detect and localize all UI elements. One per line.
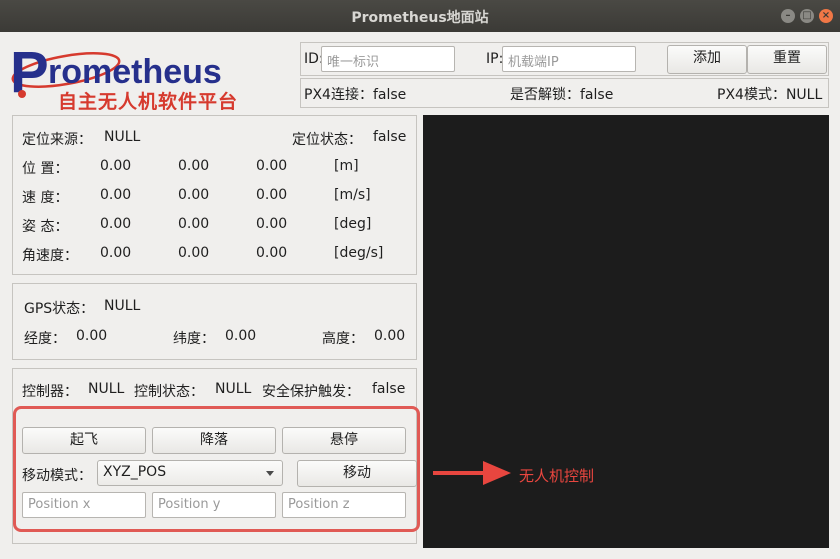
controller-value: NULL: [88, 381, 125, 397]
add-button[interactable]: 添加: [667, 45, 747, 74]
svg-text:rometheus: rometheus: [48, 53, 222, 91]
control-status-label: 控制状态：: [134, 384, 204, 400]
px4-mode-status: PX4模式：NULL: [717, 87, 823, 103]
latitude-value: 0.00: [225, 328, 257, 344]
rate-x: 0.00: [100, 245, 132, 261]
minimize-icon[interactable]: –: [781, 9, 795, 23]
svg-text:P: P: [10, 40, 49, 105]
ip-label: IP:: [486, 51, 504, 67]
vel-x: 0.00: [100, 187, 132, 203]
vel-z: 0.00: [256, 187, 288, 203]
gps-status-value: NULL: [104, 298, 141, 314]
position-source-label: 定位来源：: [22, 132, 92, 148]
att-y: 0.00: [178, 216, 210, 232]
rate-z: 0.00: [256, 245, 288, 261]
rate-y: 0.00: [178, 245, 210, 261]
display-canvas[interactable]: 无人机控制: [423, 115, 829, 548]
att-unit: [deg]: [334, 216, 372, 232]
safety-trigger-label: 安全保护触发：: [262, 384, 360, 400]
ip-input[interactable]: 机载端IP: [502, 46, 636, 72]
longitude-label: 经度：: [24, 331, 66, 347]
vel-y: 0.00: [178, 187, 210, 203]
att-label: 姿 态：: [22, 219, 69, 235]
control-highlight-box: [13, 406, 420, 532]
controller-label: 控制器：: [22, 384, 78, 400]
prometheus-logo: P rometheus 自主无人机软件平台: [8, 38, 298, 113]
position-status-value: false: [373, 129, 407, 145]
unlock-status: 是否解锁：false: [510, 87, 614, 103]
control-status-value: NULL: [215, 381, 252, 397]
vel-label: 速 度：: [22, 190, 69, 206]
title-bar[interactable]: Prometheus地面站 – □ ×: [0, 0, 840, 32]
reset-button[interactable]: 重置: [747, 45, 827, 74]
drone-control-annotation: 无人机控制: [519, 467, 595, 485]
pos-x: 0.00: [100, 158, 132, 174]
pos-y: 0.00: [178, 158, 210, 174]
att-z: 0.00: [256, 216, 288, 232]
px4-connect-status: PX4连接：false: [304, 87, 407, 103]
id-input[interactable]: 唯一标识: [321, 46, 455, 72]
pos-z: 0.00: [256, 158, 288, 174]
altitude-label: 高度：: [322, 331, 364, 347]
gps-panel: [12, 283, 417, 360]
close-icon[interactable]: ×: [819, 9, 833, 23]
maximize-icon[interactable]: □: [800, 9, 814, 23]
safety-trigger-value: false: [372, 381, 406, 397]
latitude-label: 纬度：: [173, 331, 215, 347]
svg-text:自主无人机软件平台: 自主无人机软件平台: [58, 90, 238, 110]
window-title: Prometheus地面站: [351, 10, 489, 26]
att-x: 0.00: [100, 216, 132, 232]
altitude-value: 0.00: [374, 328, 406, 344]
vel-unit: [m/s]: [334, 187, 371, 203]
gps-status-label: GPS状态：: [24, 301, 95, 317]
pos-label: 位 置：: [22, 161, 69, 177]
position-source-value: NULL: [104, 129, 141, 145]
arrow-right-icon: [433, 461, 511, 485]
rate-label: 角速度：: [22, 248, 78, 264]
longitude-value: 0.00: [76, 328, 108, 344]
rate-unit: [deg/s]: [334, 245, 384, 261]
position-status-label: 定位状态：: [292, 132, 362, 148]
pos-unit: [m]: [334, 158, 359, 174]
